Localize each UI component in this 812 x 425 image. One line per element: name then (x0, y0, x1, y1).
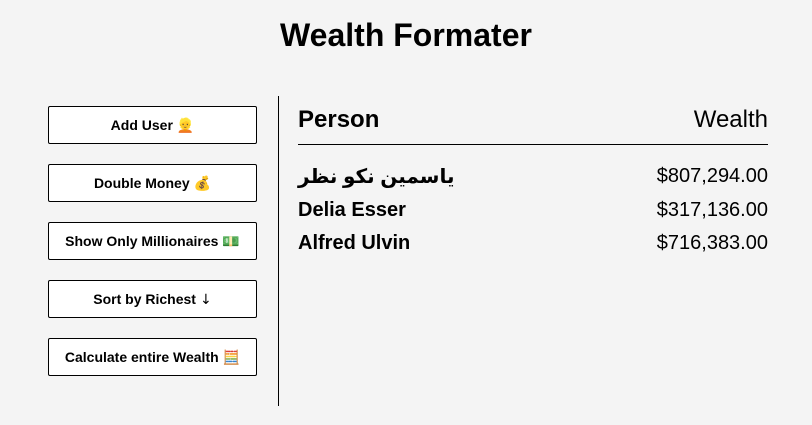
person-icon: 👱 (176, 118, 195, 134)
wealth-value: $807,294.00 (656, 165, 768, 188)
table-body: ياسمين نكو نظر $807,294.00 Delia Esser $… (298, 160, 768, 261)
person-name: Delia Esser (298, 198, 406, 221)
wealth-column-header: Wealth (693, 106, 768, 133)
wealth-value: $317,136.00 (656, 198, 768, 221)
show-millionaires-button[interactable]: Show Only Millionaires 💵 (48, 222, 257, 260)
double-money-label: Double Money (93, 175, 190, 191)
wealth-value: $716,383.00 (656, 232, 768, 255)
sort-richest-button[interactable]: Sort by Richest ↓ (48, 280, 257, 318)
calculate-wealth-label: Calculate entire Wealth (64, 349, 219, 365)
person-column-header: Person (298, 106, 380, 133)
add-user-label: Add User (110, 117, 173, 133)
table-row: Alfred Ulvin $716,383.00 (298, 227, 768, 261)
table-row: Delia Esser $317,136.00 (298, 194, 768, 228)
person-name: Alfred Ulvin (298, 232, 411, 255)
calculate-wealth-button[interactable]: Calculate entire Wealth 🧮 (48, 338, 257, 376)
person-name: ياسمين نكو نظر (298, 166, 455, 189)
page-title: Wealth Formater (280, 17, 532, 53)
money-bag-icon: 💰 (193, 176, 212, 192)
add-user-button[interactable]: Add User 👱 (48, 106, 257, 144)
double-money-button[interactable]: Double Money 💰 (48, 164, 257, 202)
sidebar: Add User 👱 Double Money 💰 Show Only Millio… (48, 96, 279, 406)
table-header: Person Wealth (298, 96, 768, 145)
abacus-icon: 🧮 (222, 350, 241, 366)
wealth-table: Person Wealth ياسمين نكو نظر $807,294.00… (298, 96, 768, 261)
arrow-down-icon: ↓ (199, 292, 212, 308)
sort-richest-label: Sort by Richest (93, 291, 196, 307)
show-millionaires-label: Show Only Millionaires (65, 233, 219, 249)
table-row: ياسمين نكو نظر $807,294.00 (298, 160, 768, 194)
dollar-bill-icon: 💵 (222, 234, 240, 250)
